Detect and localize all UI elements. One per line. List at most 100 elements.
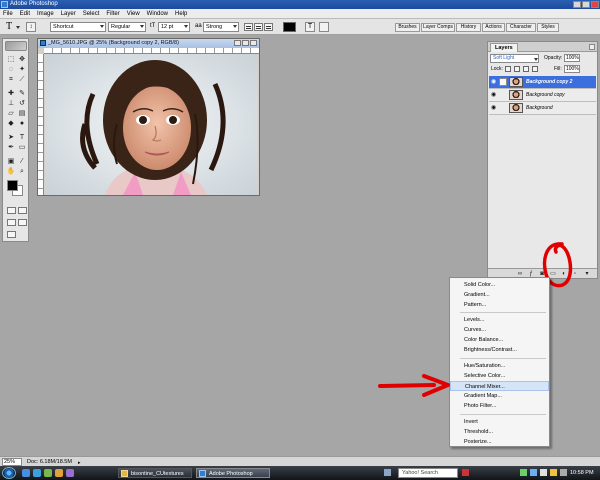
menu-item[interactable]: Levels... (450, 315, 549, 325)
full-screen-mode-icon[interactable] (18, 219, 27, 226)
magic-wand-tool-icon[interactable]: ✦ (17, 65, 27, 74)
brush-tool-icon[interactable]: ✎ (17, 89, 27, 98)
clone-stamp-tool-icon[interactable]: ⊥ (6, 99, 16, 108)
menu-item[interactable]: Selective Color... (450, 371, 549, 381)
align-right-icon[interactable] (264, 23, 273, 31)
tab-brushes[interactable]: Brushes (395, 23, 420, 32)
minimize-icon[interactable] (234, 40, 241, 46)
menu-item[interactable]: Color Balance... (450, 335, 549, 345)
font-family-select[interactable]: Shortcut (50, 22, 106, 32)
maximize-icon[interactable] (242, 40, 249, 46)
text-color-swatch[interactable] (283, 22, 296, 32)
menu-item-channel-mixer[interactable]: Channel Mixer... (450, 381, 549, 391)
document-window[interactable]: _MG_5610.JPG @ 25% (Background copy 2, R… (37, 38, 260, 196)
healing-brush-tool-icon[interactable]: ✚ (6, 89, 16, 98)
crop-tool-icon[interactable]: ⌗ (6, 75, 16, 84)
gradient-tool-icon[interactable]: ▤ (17, 109, 27, 118)
document-title-bar[interactable]: _MG_5610.JPG @ 25% (Background copy 2, R… (38, 39, 259, 48)
messenger-icon[interactable] (530, 469, 537, 476)
internet-explorer-icon[interactable] (33, 469, 41, 477)
menu-layer[interactable]: Layer (61, 11, 76, 17)
security-icon[interactable] (550, 469, 557, 476)
standard-mode-icon[interactable] (7, 207, 16, 214)
visibility-eye-icon[interactable]: ◉ (491, 79, 497, 85)
foreground-color-swatch[interactable] (7, 180, 18, 191)
quicklaunch-icon[interactable] (66, 469, 74, 477)
panel-menu-icon[interactable] (589, 44, 595, 50)
align-center-icon[interactable] (254, 23, 263, 31)
lock-pixels-icon[interactable] (514, 66, 520, 72)
visibility-eye-icon[interactable]: ◉ (491, 105, 497, 111)
jump-to-imageready-icon[interactable] (7, 231, 16, 238)
pen-tool-icon[interactable]: ✒ (6, 143, 16, 152)
zoom-level-input[interactable]: 25% (2, 458, 22, 466)
tab-history[interactable]: History (456, 23, 481, 32)
shape-tool-icon[interactable]: ▭ (17, 143, 27, 152)
menu-file[interactable]: File (3, 11, 13, 17)
yahoo-search-input[interactable]: Yahoo! Search (398, 468, 458, 478)
font-style-select[interactable]: Regular (108, 22, 146, 32)
menu-filter[interactable]: Filter (106, 11, 119, 17)
menu-item[interactable]: Solid Color... (450, 280, 549, 290)
opacity-input[interactable]: 100% (564, 54, 580, 62)
search-go-icon[interactable] (462, 469, 469, 476)
menu-item[interactable]: Hue/Saturation... (450, 361, 549, 371)
tab-character[interactable]: Character (506, 23, 536, 32)
tab-layer-comps[interactable]: Layer Comps (421, 23, 455, 32)
lock-all-icon[interactable] (532, 66, 538, 72)
move-tool-icon[interactable]: ✥ (17, 55, 27, 64)
menu-edit[interactable]: Edit (20, 11, 30, 17)
windows-media-icon[interactable] (44, 469, 52, 477)
minimize-icon[interactable] (573, 1, 581, 8)
menu-item[interactable]: Gradient... (450, 290, 549, 300)
menu-view[interactable]: View (127, 11, 140, 17)
menu-item[interactable]: Invert (450, 417, 549, 427)
history-brush-tool-icon[interactable]: ↺ (17, 99, 27, 108)
eyedropper-tool-icon[interactable]: ⁄ (17, 157, 27, 166)
layer-row[interactable]: ◉ Background (489, 102, 596, 115)
menu-select[interactable]: Select (83, 11, 100, 17)
palettes-toggle-icon[interactable] (319, 22, 329, 32)
screen-mode-icon[interactable] (7, 219, 16, 226)
path-selection-tool-icon[interactable]: ➤ (6, 133, 16, 142)
tray-icon[interactable] (560, 469, 567, 476)
slice-tool-icon[interactable]: ⟋ (17, 75, 27, 84)
maximize-icon[interactable] (582, 1, 590, 8)
eraser-tool-icon[interactable]: ▱ (6, 109, 16, 118)
start-button[interactable] (2, 467, 16, 479)
lock-position-icon[interactable] (523, 66, 529, 72)
text-orientation-icon[interactable]: ↕ (26, 22, 36, 32)
close-icon[interactable] (591, 1, 599, 8)
dodge-tool-icon[interactable]: ● (17, 119, 27, 128)
font-size-select[interactable]: 12 pt (158, 22, 190, 32)
menu-help[interactable]: Help (175, 11, 187, 17)
lasso-tool-icon[interactable]: ◌ (6, 65, 16, 74)
blur-tool-icon[interactable]: ◆ (6, 119, 16, 128)
antialias-select[interactable]: Strong (203, 22, 239, 32)
language-icon[interactable] (384, 469, 391, 476)
warp-text-icon[interactable]: T (305, 22, 315, 32)
menu-item[interactable]: Pattern... (450, 300, 549, 310)
taskbar-item[interactable]: bisontine_CUtextures (118, 468, 192, 478)
show-desktop-icon[interactable] (22, 469, 30, 477)
menu-item[interactable]: Posterize... (450, 437, 549, 447)
tab-styles[interactable]: Styles (537, 23, 559, 32)
align-left-icon[interactable] (244, 23, 253, 31)
visibility-eye-icon[interactable]: ◉ (491, 92, 497, 98)
close-icon[interactable] (250, 40, 257, 46)
folder-icon[interactable] (55, 469, 63, 477)
tool-preset-dropdown-icon[interactable] (16, 26, 20, 29)
tab-actions[interactable]: Actions (482, 23, 505, 32)
fill-input[interactable]: 100% (564, 65, 580, 73)
clock[interactable]: 10:58 PM (570, 468, 594, 478)
type-tool-icon[interactable]: T (17, 133, 27, 142)
menu-item[interactable]: Brightness/Contrast... (450, 345, 549, 355)
notes-tool-icon[interactable]: ▣ (6, 157, 16, 166)
layer-row[interactable]: ◉ Background copy (489, 89, 596, 102)
menu-item[interactable]: Photo Filter... (450, 401, 549, 411)
lock-transparency-icon[interactable] (505, 66, 511, 72)
volume-icon[interactable] (540, 469, 547, 476)
menu-item[interactable]: Threshold... (450, 427, 549, 437)
trash-icon[interactable]: ▾ (584, 271, 590, 277)
menu-item[interactable]: Curves... (450, 325, 549, 335)
